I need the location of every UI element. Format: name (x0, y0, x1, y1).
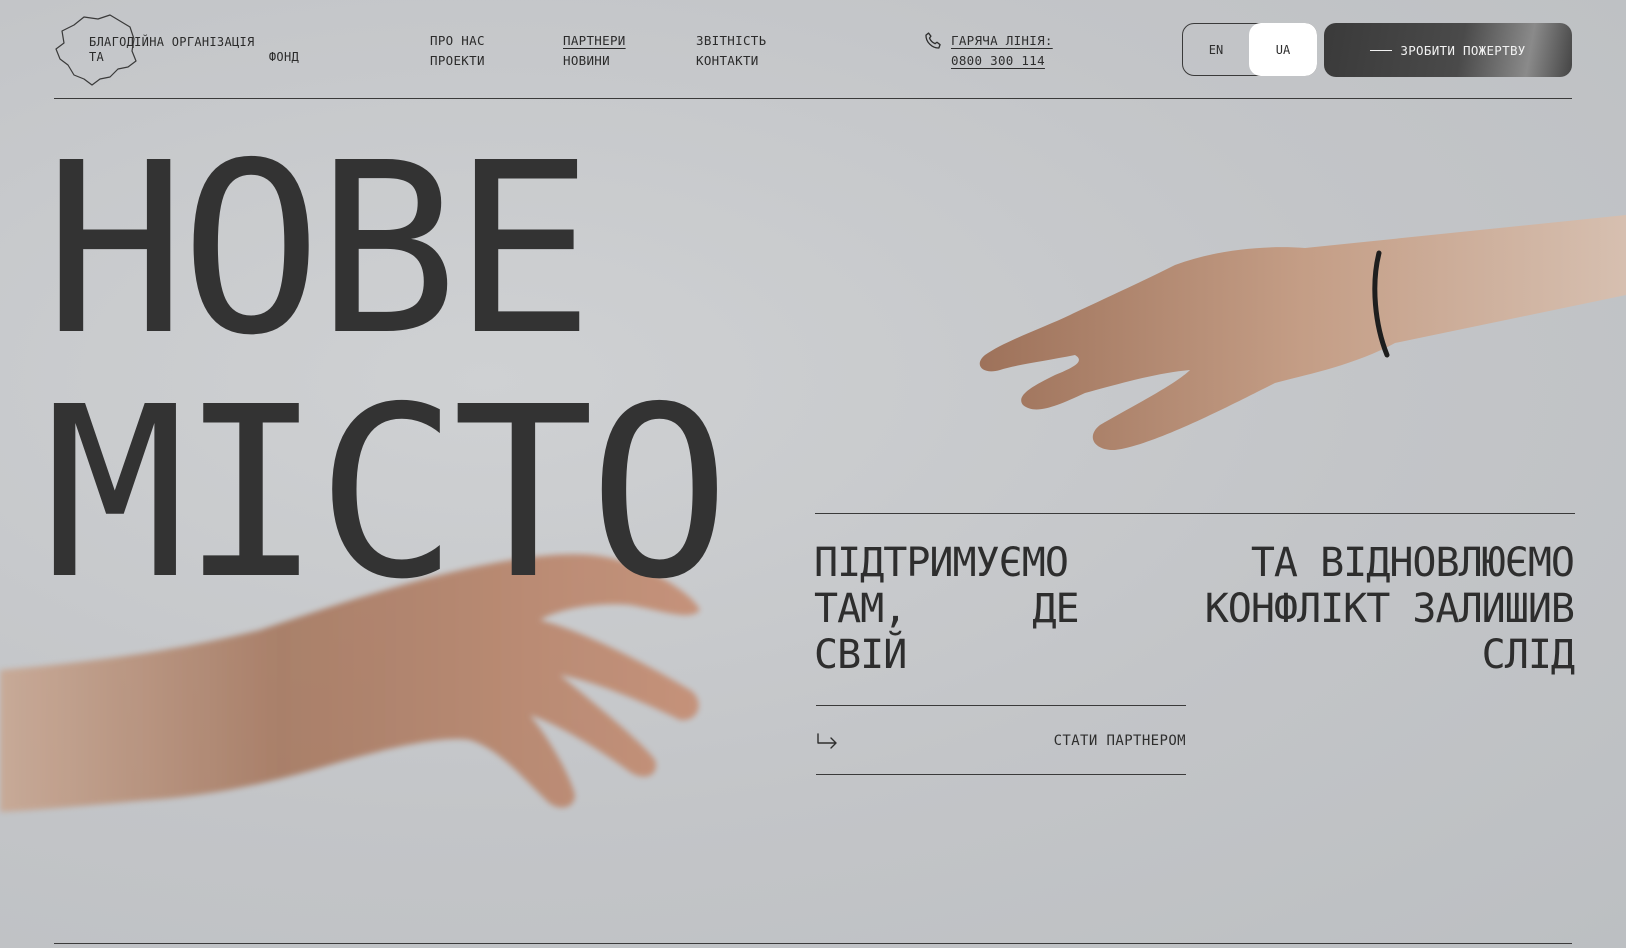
hand-right-image (979, 215, 1626, 451)
dash-icon (1370, 49, 1393, 51)
hero-title-line-2: МІСТО (44, 356, 730, 631)
tagline-divider (815, 513, 1575, 514)
nav-link-about[interactable]: ПРО НАС (430, 31, 485, 51)
hotline-label: ГАРЯЧА ЛІНІЯ: (951, 33, 1053, 48)
logo[interactable]: БЛАГОДІЙНА ОРГАНІЗАЦІЯ ТА ФОНД (54, 13, 299, 87)
hotline-number[interactable]: 0800 300 114 (951, 51, 1053, 71)
logo-line-2-left: ТА (89, 50, 105, 64)
header-divider (54, 98, 1572, 99)
nav-column-1: ПРО НАС ПРОЕКТИ (430, 31, 485, 71)
tagline-word: ТАМ, (814, 586, 907, 632)
footer-divider (54, 943, 1572, 944)
return-arrow-icon (817, 733, 837, 749)
hero-title: НОВЕ МІСТО (44, 112, 730, 631)
lang-ua-button[interactable]: UA (1249, 23, 1317, 76)
become-partner-button[interactable]: СТАТИ ПАРТНЕРОМ (816, 726, 1186, 756)
nav-link-partners[interactable]: ПАРТНЕРИ (563, 31, 626, 51)
tagline-word: КОНФЛІКТ ЗАЛИШИВ (1204, 586, 1575, 632)
language-switcher: EN UA (1182, 23, 1317, 76)
nav-link-reports[interactable]: ЗВІТНІСТЬ (696, 31, 766, 51)
logo-line-2-right: ФОНД (268, 50, 299, 64)
nav-column-2: ПАРТНЕРИ НОВИНИ (563, 31, 626, 71)
tagline-word: ПІДТРИМУЄМО (814, 540, 1069, 586)
cta-divider-bottom (816, 774, 1186, 775)
tagline-word: ДЕ (1032, 586, 1079, 632)
tagline-word: СЛІД (1481, 632, 1575, 678)
nav-link-projects[interactable]: ПРОЕКТИ (430, 51, 485, 71)
nav-link-contacts[interactable]: КОНТАКТИ (696, 51, 766, 71)
tagline-word: СВІЙ (814, 632, 907, 678)
donate-label: ЗРОБИТИ ПОЖЕРТВУ (1400, 42, 1526, 58)
donate-button[interactable]: ЗРОБИТИ ПОЖЕРТВУ (1324, 23, 1572, 77)
phone-icon (925, 32, 941, 49)
cta-divider-top (816, 705, 1186, 706)
logo-text: БЛАГОДІЙНА ОРГАНІЗАЦІЯ ТА ФОНД (89, 35, 299, 65)
hero-title-line-1: НОВЕ (44, 112, 594, 387)
nav-column-3: ЗВІТНІСТЬ КОНТАКТИ (696, 31, 766, 71)
lang-en-button[interactable]: EN (1183, 24, 1249, 75)
logo-line-1: БЛАГОДІЙНА ОРГАНІЗАЦІЯ (89, 35, 255, 49)
tagline-word: ТА ВІДНОВЛЮЄМО (1250, 540, 1575, 586)
become-partner-label: СТАТИ ПАРТНЕРОМ (1053, 733, 1186, 749)
tagline: ПІДТРИМУЄМО ТА ВІДНОВЛЮЄМО ТАМ, ДЕ КОНФЛ… (814, 540, 1575, 678)
nav-link-news[interactable]: НОВИНИ (563, 51, 626, 71)
